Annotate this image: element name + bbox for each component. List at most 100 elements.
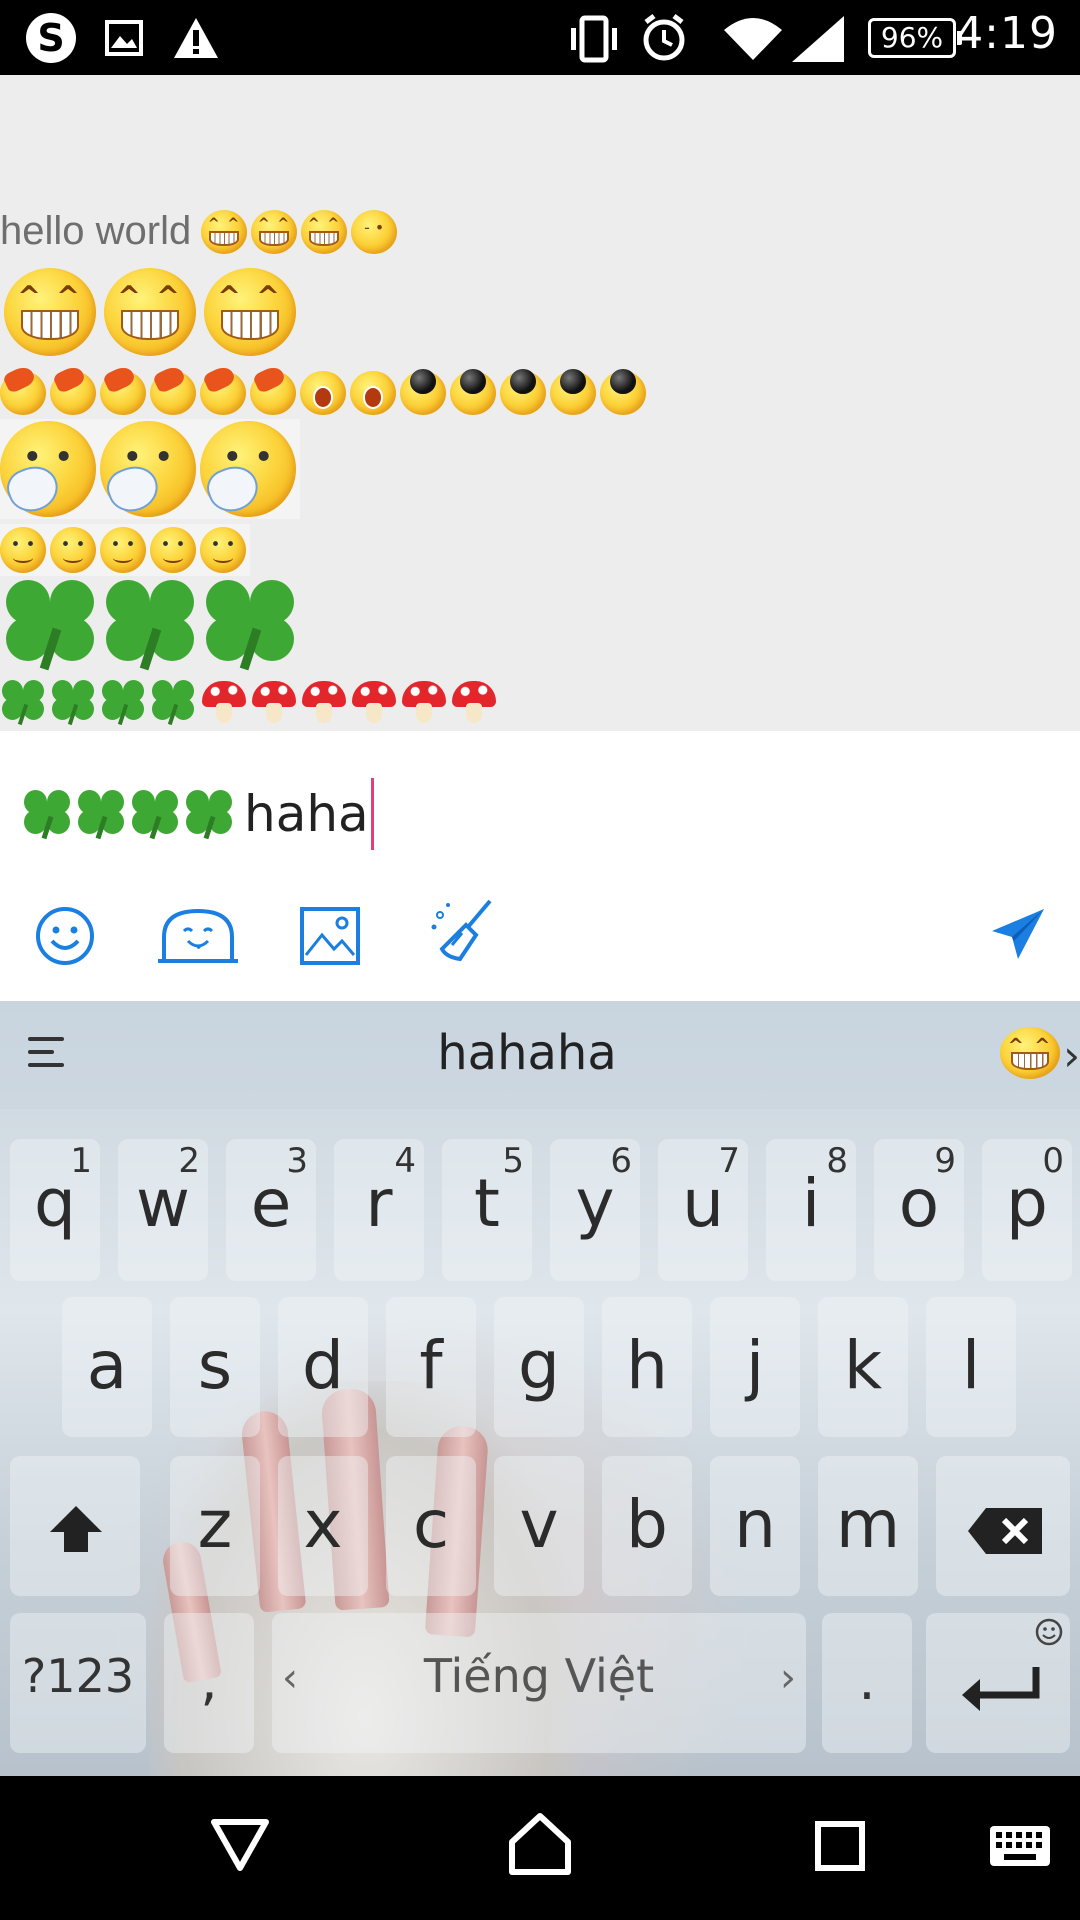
shift-icon xyxy=(50,1506,102,1552)
smile-emoji xyxy=(200,527,246,573)
emoji-suggestion-icon[interactable] xyxy=(1000,1027,1060,1079)
navigation-bar xyxy=(0,1776,1080,1920)
key-g[interactable]: g xyxy=(494,1297,584,1437)
mushroom-emoji xyxy=(402,681,446,723)
space-key[interactable]: ‹ Tiếng Việt › xyxy=(272,1613,806,1753)
bag-emoji xyxy=(50,371,96,415)
shift-key[interactable] xyxy=(10,1456,140,1596)
key-t[interactable]: t5 xyxy=(442,1139,532,1281)
key-q[interactable]: q1 xyxy=(10,1139,100,1281)
chat-messages[interactable]: hello world xyxy=(0,75,1080,731)
period-key[interactable]: . xyxy=(822,1613,912,1753)
blush-emoji xyxy=(200,421,296,517)
key-m[interactable]: m xyxy=(818,1456,918,1596)
soft-keyboard: hahaha › q1 w2 e3 r4 t5 y6 u7 i8 o9 p0 a… xyxy=(0,1001,1080,1776)
message-input[interactable]: haha xyxy=(24,769,374,859)
enter-key[interactable] xyxy=(926,1613,1070,1753)
send-button[interactable] xyxy=(990,907,1046,961)
key-n[interactable]: n xyxy=(710,1456,800,1596)
key-e[interactable]: e3 xyxy=(226,1139,316,1281)
blush-emoji xyxy=(0,421,96,517)
key-y[interactable]: y6 xyxy=(550,1139,640,1281)
enter-icon xyxy=(962,1667,1040,1711)
skype-icon: S xyxy=(26,13,76,63)
grin-emoji xyxy=(201,209,248,254)
grin-emoji xyxy=(4,268,96,356)
bomb-emoji xyxy=(450,369,496,415)
key-p[interactable]: p0 xyxy=(982,1139,1072,1281)
bomb-emoji xyxy=(400,369,446,415)
home-icon[interactable] xyxy=(508,1812,572,1876)
suggestion-word[interactable]: hahaha xyxy=(0,1025,1054,1081)
clover-emoji xyxy=(102,680,144,726)
bomb-emoji xyxy=(550,369,596,415)
bag-emoji xyxy=(200,371,246,415)
keyboard-icon[interactable] xyxy=(988,1824,1052,1868)
grin-emoji xyxy=(251,209,298,254)
clean-icon[interactable] xyxy=(430,897,496,967)
key-i[interactable]: i8 xyxy=(766,1139,856,1281)
smile-emoji xyxy=(100,527,146,573)
message-input-text: haha xyxy=(244,785,369,843)
message-row xyxy=(6,580,306,671)
clover-emoji xyxy=(78,790,124,840)
key-r[interactable]: r4 xyxy=(334,1139,424,1281)
key-j[interactable]: j xyxy=(710,1297,800,1437)
suggestion-bar: hahaha › xyxy=(0,1001,1080,1109)
grin-emoji xyxy=(104,268,196,356)
key-c[interactable]: c xyxy=(386,1456,476,1596)
message-row xyxy=(2,680,502,726)
smile-emoji xyxy=(150,527,196,573)
smiley-small-icon xyxy=(1035,1618,1063,1646)
key-s[interactable]: s xyxy=(170,1297,260,1437)
key-v[interactable]: v xyxy=(494,1456,584,1596)
comma-key[interactable]: , xyxy=(164,1613,254,1753)
message-row xyxy=(0,419,300,519)
sticker-icon[interactable] xyxy=(156,905,240,967)
message-row xyxy=(0,524,250,576)
image-icon xyxy=(105,20,143,56)
shock-emoji xyxy=(300,371,346,415)
clover-emoji xyxy=(132,790,178,840)
symbols-key[interactable]: ?123 xyxy=(10,1613,146,1753)
key-z[interactable]: z xyxy=(170,1456,260,1596)
mushroom-emoji xyxy=(452,681,496,723)
clock: 4:19 xyxy=(955,8,1058,59)
wifi-icon xyxy=(724,18,782,60)
emoji-icon[interactable] xyxy=(34,905,96,967)
key-u[interactable]: u7 xyxy=(658,1139,748,1281)
key-w[interactable]: w2 xyxy=(118,1139,208,1281)
key-k[interactable]: k xyxy=(818,1297,908,1437)
backspace-key[interactable] xyxy=(936,1456,1070,1596)
key-a[interactable]: a xyxy=(62,1297,152,1437)
back-icon[interactable] xyxy=(210,1818,270,1872)
clover-emoji xyxy=(24,790,70,840)
clover-emoji xyxy=(152,680,194,726)
key-l[interactable]: l xyxy=(926,1297,1016,1437)
bomb-emoji xyxy=(500,369,546,415)
svg-text:S: S xyxy=(37,16,64,60)
clover-emoji xyxy=(52,680,94,726)
bomb-emoji xyxy=(600,369,646,415)
chevron-right-icon[interactable]: › xyxy=(1063,1031,1080,1080)
grin-emoji xyxy=(204,268,296,356)
key-d[interactable]: d xyxy=(278,1297,368,1437)
smile-emoji xyxy=(50,527,96,573)
signal-icon xyxy=(792,16,844,62)
clover-emoji xyxy=(106,580,194,671)
key-b[interactable]: b xyxy=(602,1456,692,1596)
image-icon[interactable] xyxy=(298,905,362,967)
key-h[interactable]: h xyxy=(602,1297,692,1437)
clover-emoji xyxy=(186,790,232,840)
bag-emoji xyxy=(100,371,146,415)
mushroom-emoji xyxy=(252,681,296,723)
key-x[interactable]: x xyxy=(278,1456,368,1596)
message-row xyxy=(4,268,300,356)
mushroom-emoji xyxy=(202,681,246,723)
key-o[interactable]: o9 xyxy=(874,1139,964,1281)
backspace-icon xyxy=(968,1508,1042,1554)
recents-icon[interactable] xyxy=(814,1820,866,1872)
bag-emoji xyxy=(250,371,296,415)
clover-emoji xyxy=(2,680,44,726)
key-f[interactable]: f xyxy=(386,1297,476,1437)
